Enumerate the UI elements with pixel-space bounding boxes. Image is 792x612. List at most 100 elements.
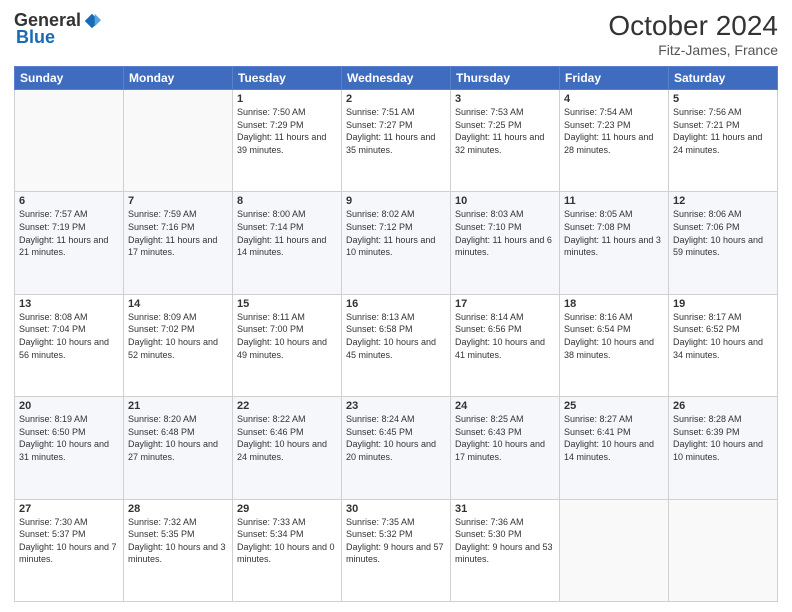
day-number: 22	[237, 400, 337, 412]
calendar-day-cell: 19Sunrise: 8:17 AMSunset: 6:52 PMDayligh…	[669, 294, 778, 396]
day-info: Sunrise: 8:11 AMSunset: 7:00 PMDaylight:…	[237, 311, 337, 361]
weekday-header: Friday	[560, 67, 669, 90]
day-info: Sunrise: 7:57 AMSunset: 7:19 PMDaylight:…	[19, 208, 119, 258]
day-info: Sunrise: 7:53 AMSunset: 7:25 PMDaylight:…	[455, 106, 555, 156]
day-info: Sunrise: 8:28 AMSunset: 6:39 PMDaylight:…	[673, 413, 773, 463]
day-info: Sunrise: 8:20 AMSunset: 6:48 PMDaylight:…	[128, 413, 228, 463]
logo-icon	[83, 12, 101, 30]
calendar-day-cell: 24Sunrise: 8:25 AMSunset: 6:43 PMDayligh…	[451, 397, 560, 499]
day-number: 10	[455, 195, 555, 207]
day-info: Sunrise: 8:25 AMSunset: 6:43 PMDaylight:…	[455, 413, 555, 463]
day-info: Sunrise: 8:03 AMSunset: 7:10 PMDaylight:…	[455, 208, 555, 258]
day-number: 14	[128, 298, 228, 310]
day-number: 31	[455, 503, 555, 515]
calendar-week-row: 1Sunrise: 7:50 AMSunset: 7:29 PMDaylight…	[15, 90, 778, 192]
calendar-day-cell: 4Sunrise: 7:54 AMSunset: 7:23 PMDaylight…	[560, 90, 669, 192]
day-number: 6	[19, 195, 119, 207]
day-number: 15	[237, 298, 337, 310]
day-number: 2	[346, 93, 446, 105]
calendar-week-row: 13Sunrise: 8:08 AMSunset: 7:04 PMDayligh…	[15, 294, 778, 396]
day-number: 26	[673, 400, 773, 412]
calendar-week-row: 27Sunrise: 7:30 AMSunset: 5:37 PMDayligh…	[15, 499, 778, 601]
calendar-day-cell: 12Sunrise: 8:06 AMSunset: 7:06 PMDayligh…	[669, 192, 778, 294]
day-number: 29	[237, 503, 337, 515]
day-info: Sunrise: 8:14 AMSunset: 6:56 PMDaylight:…	[455, 311, 555, 361]
day-number: 30	[346, 503, 446, 515]
day-info: Sunrise: 7:32 AMSunset: 5:35 PMDaylight:…	[128, 516, 228, 566]
day-info: Sunrise: 8:08 AMSunset: 7:04 PMDaylight:…	[19, 311, 119, 361]
calendar-table: SundayMondayTuesdayWednesdayThursdayFrid…	[14, 66, 778, 602]
weekday-header-row: SundayMondayTuesdayWednesdayThursdayFrid…	[15, 67, 778, 90]
calendar-day-cell: 28Sunrise: 7:32 AMSunset: 5:35 PMDayligh…	[124, 499, 233, 601]
weekday-header: Tuesday	[233, 67, 342, 90]
day-number: 16	[346, 298, 446, 310]
calendar-page: General Blue October 2024 Fitz-James, Fr…	[0, 0, 792, 612]
weekday-header: Saturday	[669, 67, 778, 90]
calendar-day-cell: 14Sunrise: 8:09 AMSunset: 7:02 PMDayligh…	[124, 294, 233, 396]
day-info: Sunrise: 7:54 AMSunset: 7:23 PMDaylight:…	[564, 106, 664, 156]
day-info: Sunrise: 7:59 AMSunset: 7:16 PMDaylight:…	[128, 208, 228, 258]
day-number: 3	[455, 93, 555, 105]
calendar-day-cell: 22Sunrise: 8:22 AMSunset: 6:46 PMDayligh…	[233, 397, 342, 499]
day-info: Sunrise: 8:02 AMSunset: 7:12 PMDaylight:…	[346, 208, 446, 258]
weekday-header: Thursday	[451, 67, 560, 90]
day-info: Sunrise: 8:09 AMSunset: 7:02 PMDaylight:…	[128, 311, 228, 361]
day-number: 18	[564, 298, 664, 310]
calendar-day-cell: 2Sunrise: 7:51 AMSunset: 7:27 PMDaylight…	[342, 90, 451, 192]
calendar-day-cell: 23Sunrise: 8:24 AMSunset: 6:45 PMDayligh…	[342, 397, 451, 499]
day-number: 4	[564, 93, 664, 105]
calendar-day-cell: 15Sunrise: 8:11 AMSunset: 7:00 PMDayligh…	[233, 294, 342, 396]
day-info: Sunrise: 8:19 AMSunset: 6:50 PMDaylight:…	[19, 413, 119, 463]
day-number: 11	[564, 195, 664, 207]
day-info: Sunrise: 7:56 AMSunset: 7:21 PMDaylight:…	[673, 106, 773, 156]
calendar-week-row: 20Sunrise: 8:19 AMSunset: 6:50 PMDayligh…	[15, 397, 778, 499]
logo-blue-text: Blue	[16, 27, 55, 48]
calendar-day-cell: 7Sunrise: 7:59 AMSunset: 7:16 PMDaylight…	[124, 192, 233, 294]
weekday-header: Wednesday	[342, 67, 451, 90]
day-info: Sunrise: 7:33 AMSunset: 5:34 PMDaylight:…	[237, 516, 337, 566]
calendar-day-cell: 1Sunrise: 7:50 AMSunset: 7:29 PMDaylight…	[233, 90, 342, 192]
calendar-day-cell: 27Sunrise: 7:30 AMSunset: 5:37 PMDayligh…	[15, 499, 124, 601]
day-info: Sunrise: 8:00 AMSunset: 7:14 PMDaylight:…	[237, 208, 337, 258]
day-number: 20	[19, 400, 119, 412]
day-number: 9	[346, 195, 446, 207]
calendar-day-cell	[560, 499, 669, 601]
day-number: 24	[455, 400, 555, 412]
day-number: 28	[128, 503, 228, 515]
calendar-day-cell: 3Sunrise: 7:53 AMSunset: 7:25 PMDaylight…	[451, 90, 560, 192]
day-number: 7	[128, 195, 228, 207]
day-number: 19	[673, 298, 773, 310]
calendar-day-cell: 10Sunrise: 8:03 AMSunset: 7:10 PMDayligh…	[451, 192, 560, 294]
day-info: Sunrise: 8:17 AMSunset: 6:52 PMDaylight:…	[673, 311, 773, 361]
day-number: 8	[237, 195, 337, 207]
day-info: Sunrise: 7:51 AMSunset: 7:27 PMDaylight:…	[346, 106, 446, 156]
calendar-day-cell: 16Sunrise: 8:13 AMSunset: 6:58 PMDayligh…	[342, 294, 451, 396]
calendar-day-cell: 30Sunrise: 7:35 AMSunset: 5:32 PMDayligh…	[342, 499, 451, 601]
calendar-day-cell: 29Sunrise: 7:33 AMSunset: 5:34 PMDayligh…	[233, 499, 342, 601]
calendar-day-cell	[124, 90, 233, 192]
day-info: Sunrise: 7:35 AMSunset: 5:32 PMDaylight:…	[346, 516, 446, 566]
calendar-day-cell: 31Sunrise: 7:36 AMSunset: 5:30 PMDayligh…	[451, 499, 560, 601]
calendar-day-cell	[669, 499, 778, 601]
weekday-header: Monday	[124, 67, 233, 90]
calendar-day-cell: 6Sunrise: 7:57 AMSunset: 7:19 PMDaylight…	[15, 192, 124, 294]
day-number: 17	[455, 298, 555, 310]
calendar-week-row: 6Sunrise: 7:57 AMSunset: 7:19 PMDaylight…	[15, 192, 778, 294]
day-info: Sunrise: 7:30 AMSunset: 5:37 PMDaylight:…	[19, 516, 119, 566]
calendar-day-cell: 18Sunrise: 8:16 AMSunset: 6:54 PMDayligh…	[560, 294, 669, 396]
day-info: Sunrise: 7:36 AMSunset: 5:30 PMDaylight:…	[455, 516, 555, 566]
calendar-day-cell: 26Sunrise: 8:28 AMSunset: 6:39 PMDayligh…	[669, 397, 778, 499]
day-info: Sunrise: 8:06 AMSunset: 7:06 PMDaylight:…	[673, 208, 773, 258]
calendar-day-cell: 5Sunrise: 7:56 AMSunset: 7:21 PMDaylight…	[669, 90, 778, 192]
calendar-day-cell: 20Sunrise: 8:19 AMSunset: 6:50 PMDayligh…	[15, 397, 124, 499]
day-number: 1	[237, 93, 337, 105]
calendar-day-cell	[15, 90, 124, 192]
day-number: 27	[19, 503, 119, 515]
calendar-day-cell: 13Sunrise: 8:08 AMSunset: 7:04 PMDayligh…	[15, 294, 124, 396]
calendar-day-cell: 25Sunrise: 8:27 AMSunset: 6:41 PMDayligh…	[560, 397, 669, 499]
logo: General Blue	[14, 10, 101, 48]
month-title: October 2024	[608, 10, 778, 42]
day-number: 21	[128, 400, 228, 412]
calendar-day-cell: 9Sunrise: 8:02 AMSunset: 7:12 PMDaylight…	[342, 192, 451, 294]
header: General Blue October 2024 Fitz-James, Fr…	[14, 10, 778, 58]
